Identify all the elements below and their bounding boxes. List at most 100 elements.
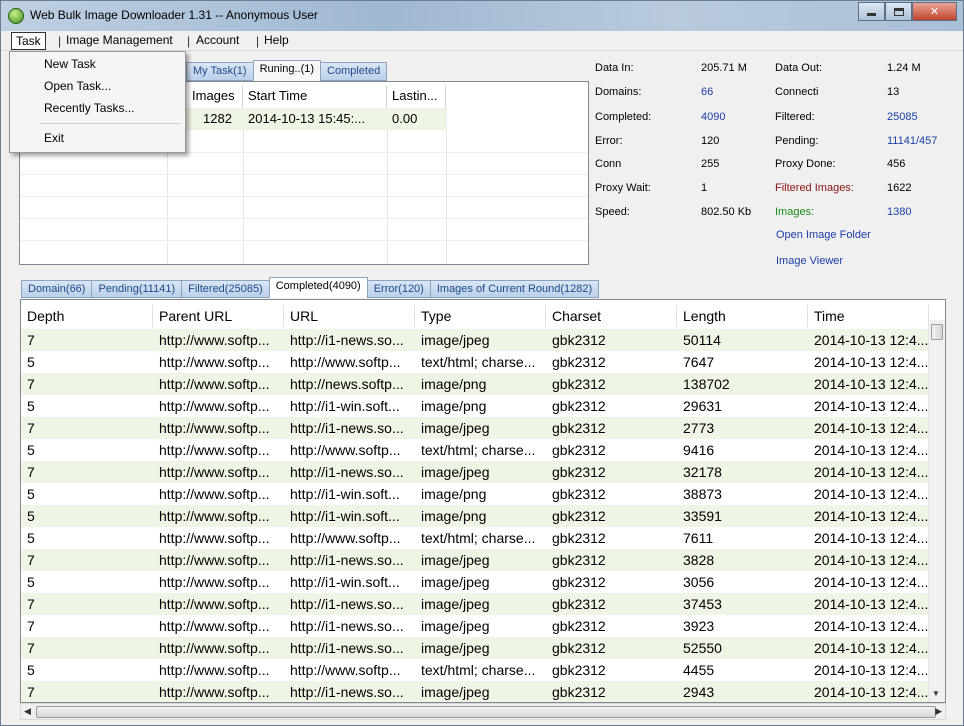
table-row[interactable]: 7 http://www.softp... http://i1-news.so...…: [21, 549, 929, 571]
tab-completed-results[interactable]: Completed(4090): [268, 277, 368, 298]
cell-charset: gbk2312: [552, 442, 606, 458]
menu-item-exit[interactable]: Exit: [44, 131, 64, 145]
column-header-start-time[interactable]: Start Time: [243, 86, 387, 108]
cell-length: 37453: [683, 596, 722, 612]
cell-parent-url: http://www.softp...: [159, 552, 270, 568]
scroll-thumb[interactable]: [931, 324, 943, 340]
cell-type: image/jpeg: [421, 464, 490, 480]
cell-type: image/png: [421, 398, 487, 414]
cell-url: http://i1-news.so...: [290, 596, 404, 612]
title-bar[interactable]: Web Bulk Image Downloader 1.31 -- Anonym…: [1, 1, 963, 31]
tab-error[interactable]: Error(120): [366, 280, 431, 298]
table-row[interactable]: 5 http://www.softp... http://www.softp... t…: [21, 351, 929, 373]
cell-depth: 7: [27, 332, 35, 348]
cell-length: 3056: [683, 574, 715, 590]
table-row[interactable]: 7 http://www.softp... http://news.softp...…: [21, 373, 929, 395]
column-header-lasting[interactable]: Lastin...: [387, 86, 446, 108]
column-header-length[interactable]: Length: [677, 305, 808, 327]
table-row[interactable]: 7 http://www.softp... http://i1-news.so...…: [21, 681, 929, 702]
stat-value-pending[interactable]: 11141/457: [887, 135, 937, 147]
cell-length: 52550: [683, 640, 722, 656]
cell-type: image/jpeg: [421, 684, 490, 700]
stat-label-proxy-done: Proxy Done:: [775, 158, 836, 170]
tab-filtered[interactable]: Filtered(25085): [181, 280, 270, 298]
column-header-type[interactable]: Type: [415, 305, 546, 327]
scroll-right-arrow-icon[interactable]: ▶: [935, 706, 942, 717]
results-grid-body: 7 http://www.softp... http://i1-news.so...…: [21, 329, 929, 702]
cell-url: http://www.softp...: [290, 530, 401, 546]
cell-parent-url: http://www.softp...: [159, 640, 270, 656]
menu-item-new-task[interactable]: New Task: [44, 57, 96, 71]
vertical-scrollbar[interactable]: ▼: [928, 320, 945, 702]
cell-parent-url: http://www.softp...: [159, 618, 270, 634]
cell-type: image/jpeg: [421, 640, 490, 656]
cell-depth: 7: [27, 596, 35, 612]
table-row[interactable]: 5 http://www.softp... http://i1-win.soft..…: [21, 483, 929, 505]
table-row[interactable]: 7 http://www.softp... http://i1-news.so...…: [21, 417, 929, 439]
table-row[interactable]: 7 http://www.softp... http://i1-news.so...…: [21, 329, 929, 351]
scroll-left-arrow-icon[interactable]: ◀: [24, 706, 31, 717]
minimize-button[interactable]: [858, 2, 885, 21]
open-image-folder-link[interactable]: Open Image Folder: [776, 229, 871, 241]
cell-depth: 7: [27, 464, 35, 480]
stat-label-conn: Conn: [595, 158, 622, 170]
stat-value-completed[interactable]: 4090: [701, 111, 725, 123]
stat-value-domains[interactable]: 66: [701, 86, 713, 98]
close-button[interactable]: ✕: [912, 2, 957, 21]
stat-value-filtered[interactable]: 25085: [887, 111, 918, 123]
scroll-down-arrow-icon[interactable]: ▼: [932, 689, 940, 698]
menu-item-recently-tasks[interactable]: Recently Tasks...: [44, 101, 134, 115]
maximize-button[interactable]: [885, 2, 912, 21]
app-window: Web Bulk Image Downloader 1.31 -- Anonym…: [0, 0, 964, 726]
cell-parent-url: http://www.softp...: [159, 464, 270, 480]
stat-value-images[interactable]: 1380: [887, 206, 911, 218]
table-row[interactable]: 5 http://www.softp... http://i1-win.soft..…: [21, 395, 929, 417]
horizontal-scrollbar[interactable]: ◀ ▶: [20, 703, 946, 720]
cell-parent-url: http://www.softp...: [159, 574, 270, 590]
tab-completed[interactable]: Completed: [320, 62, 388, 81]
stat-value-conn: 255: [701, 158, 720, 170]
table-row[interactable]: 5 http://www.softp... http://www.softp... t…: [21, 439, 929, 461]
menu-item-open-task[interactable]: Open Task...: [44, 79, 111, 93]
cell-type: text/html; charse...: [421, 530, 536, 546]
table-row[interactable]: 5 http://www.softp... http://www.softp... t…: [21, 527, 929, 549]
table-row[interactable]: 7 http://www.softp... http://i1-news.so...…: [21, 593, 929, 615]
menu-task[interactable]: Task: [11, 32, 46, 50]
tab-running[interactable]: Runing..(1): [252, 60, 322, 81]
cell-charset: gbk2312: [552, 332, 606, 348]
tab-images-current-round[interactable]: Images of Current Round(1282): [429, 280, 600, 298]
tab-domain[interactable]: Domain(66): [21, 280, 93, 298]
task-images-count: 1282: [203, 111, 232, 126]
image-viewer-link[interactable]: Image Viewer: [776, 255, 843, 267]
table-row[interactable]: 5 http://www.softp... http://i1-win.soft..…: [21, 505, 929, 527]
tab-pending[interactable]: Pending(11141): [91, 280, 183, 298]
cell-depth: 5: [27, 662, 35, 678]
stat-label-data-out: Data Out:: [775, 62, 823, 74]
table-row[interactable]: 7 http://www.softp... http://i1-news.so...…: [21, 461, 929, 483]
cell-charset: gbk2312: [552, 596, 606, 612]
cell-charset: gbk2312: [552, 420, 606, 436]
menu-image-management[interactable]: Image Management: [61, 32, 178, 50]
table-row[interactable]: 5 http://www.softp... http://i1-win.soft..…: [21, 571, 929, 593]
column-header-url[interactable]: URL: [284, 305, 415, 327]
table-row[interactable]: 7 http://www.softp... http://i1-news.so...…: [21, 615, 929, 637]
cell-time: 2014-10-13 12:4...: [814, 442, 929, 458]
column-header-time[interactable]: Time: [808, 305, 929, 327]
column-header-depth[interactable]: Depth: [21, 305, 153, 327]
cell-url: http://news.softp...: [290, 376, 404, 392]
cell-time: 2014-10-13 12:4...: [814, 398, 929, 414]
cell-depth: 5: [27, 530, 35, 546]
cell-length: 9416: [683, 442, 715, 458]
table-row[interactable]: 7 http://www.softp... http://i1-news.so...…: [21, 637, 929, 659]
column-header-charset[interactable]: Charset: [546, 305, 677, 327]
menu-help[interactable]: Help: [259, 32, 294, 50]
column-header-images[interactable]: Images: [187, 86, 243, 108]
results-grid-header: Depth Parent URL URL Type Charset Length…: [21, 305, 929, 327]
column-header-parent-url[interactable]: Parent URL: [153, 305, 284, 327]
menu-account[interactable]: Account: [191, 32, 244, 50]
cell-type: text/html; charse...: [421, 354, 536, 370]
table-row[interactable]: 5 http://www.softp... http://www.softp... t…: [21, 659, 929, 681]
tab-my-task[interactable]: My Task(1): [186, 62, 254, 81]
cell-url: http://www.softp...: [290, 354, 401, 370]
scroll-thumb[interactable]: [36, 706, 936, 718]
